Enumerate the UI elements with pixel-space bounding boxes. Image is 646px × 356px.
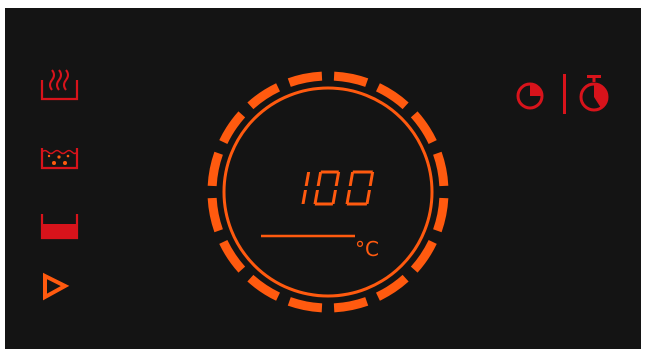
stopwatch-timer-icon xyxy=(579,75,609,112)
start-button[interactable] xyxy=(37,270,87,310)
inner-ring xyxy=(222,86,434,298)
ring-segment xyxy=(333,71,369,87)
temperature-value xyxy=(301,170,375,206)
boil-mode-button[interactable] xyxy=(37,138,87,178)
progress-ring xyxy=(207,71,449,313)
ring-segment xyxy=(333,297,369,313)
timer-separator xyxy=(563,74,566,114)
steam-mode-button[interactable] xyxy=(37,66,87,106)
timer-controls xyxy=(511,72,617,116)
ring-segment xyxy=(207,151,223,187)
unit-label: °C xyxy=(355,237,379,261)
water-level-icon xyxy=(40,214,79,240)
ring-segment xyxy=(433,151,449,187)
ring-segment xyxy=(287,297,323,313)
appliance-control-panel: 100 °C xyxy=(5,8,641,349)
ring-segment xyxy=(433,197,449,233)
boil-mode-icon xyxy=(40,148,79,170)
clock-timer-icon xyxy=(516,82,544,110)
ring-segment xyxy=(287,71,323,87)
start-icon xyxy=(43,272,70,301)
temperature-ring-display: 100 °C xyxy=(207,71,449,313)
water-level-button[interactable] xyxy=(37,208,87,248)
ring-segment xyxy=(207,197,223,233)
clock-timer-button[interactable] xyxy=(511,72,551,116)
steam-mode-icon xyxy=(40,69,79,101)
stopwatch-timer-button[interactable] xyxy=(575,72,615,116)
